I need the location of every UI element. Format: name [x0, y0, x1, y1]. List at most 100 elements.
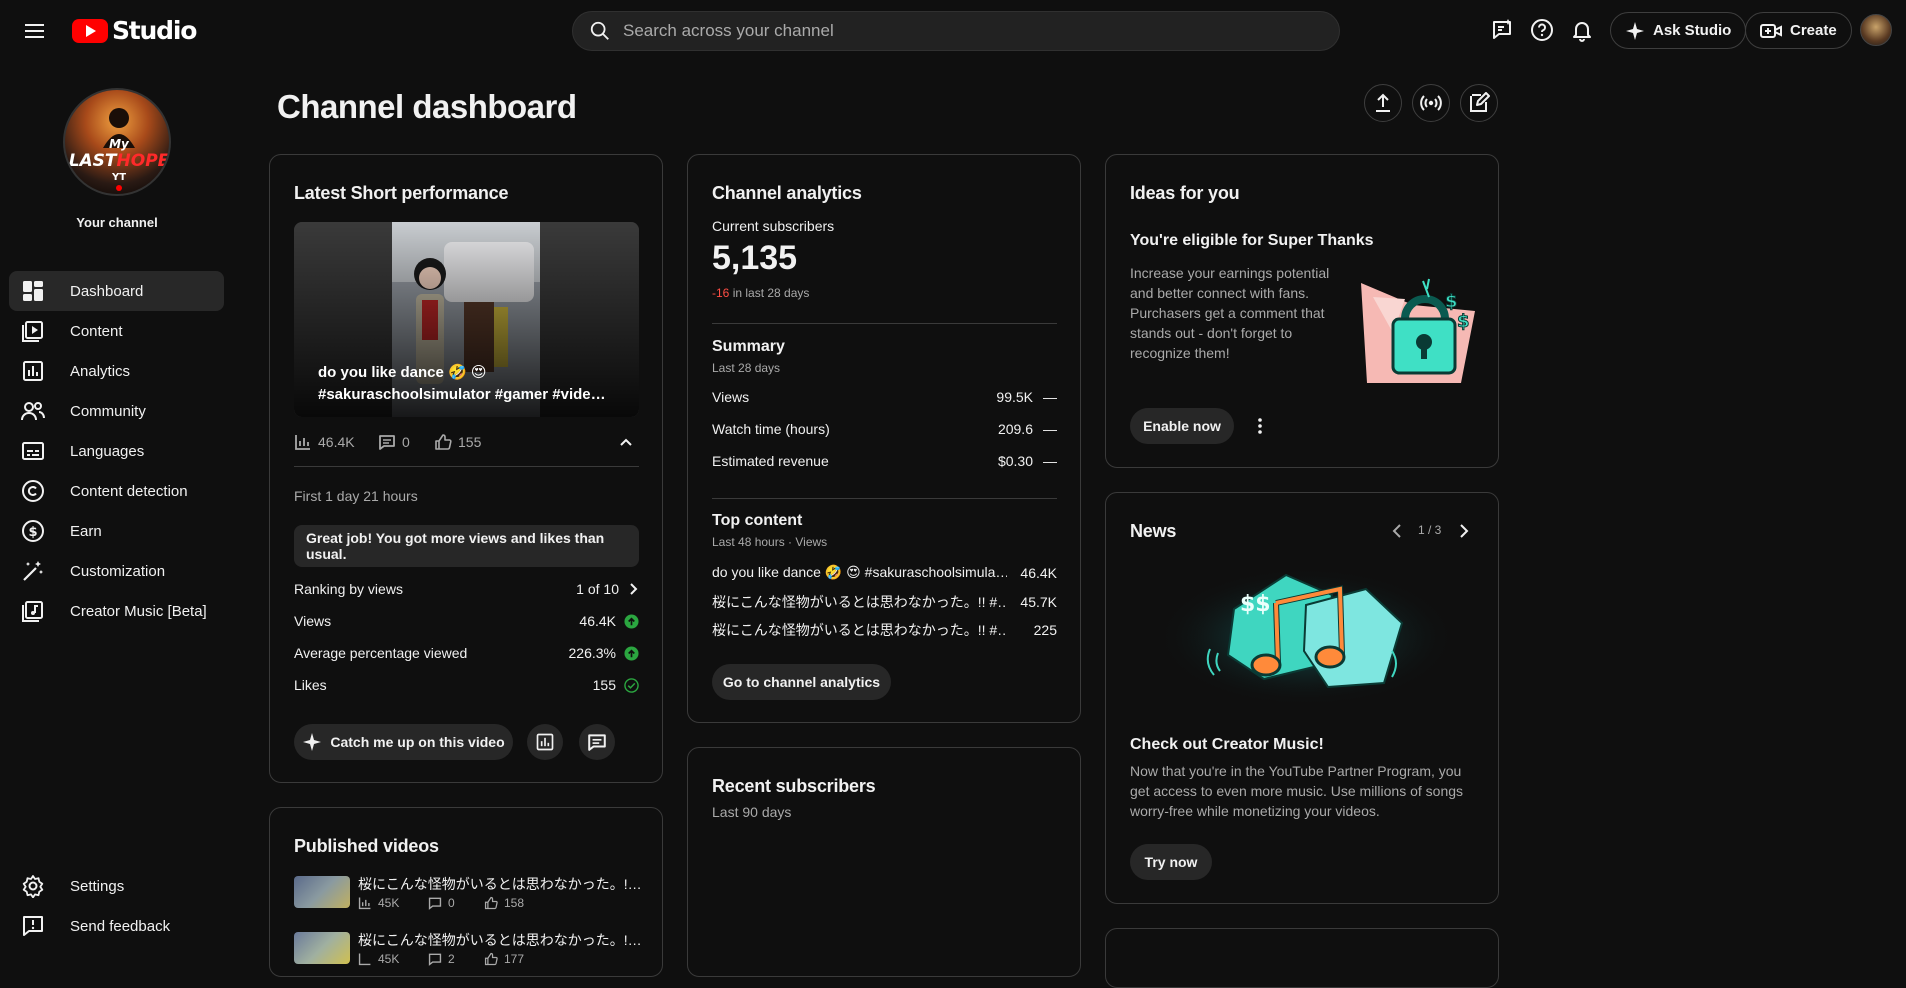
sidebar-item-earn[interactable]: $ Earn [9, 511, 224, 551]
card-title: News [1130, 521, 1177, 541]
video-analytics-button[interactable] [527, 724, 563, 760]
video-likes: 158 [484, 896, 524, 910]
page-title: Channel dashboard [277, 88, 577, 125]
top-content-title-text: 桜にこんな怪物がいるとは思わなかった。!! #… [712, 594, 1007, 610]
performance-banner: Great job! You got more views and likes … [294, 525, 639, 567]
create-post-button[interactable] [1460, 84, 1498, 122]
thumbs-up-icon [484, 952, 498, 966]
short-likes-value: 155 [458, 434, 482, 450]
chevron-right-icon[interactable] [1458, 523, 1470, 539]
short-views-metric: 46.4K [294, 433, 355, 451]
catch-me-up-button[interactable]: Catch me up on this video [294, 724, 513, 760]
chevron-left-icon[interactable] [1391, 523, 1403, 539]
sidebar-item-languages[interactable]: Languages [9, 431, 224, 471]
sidebar-item-send-feedback[interactable]: Send feedback [9, 906, 224, 946]
sparkle-icon [1626, 21, 1644, 40]
analytics-icon [536, 733, 554, 751]
top-bar: Studio Ask Studio Create [0, 0, 1906, 60]
search-input[interactable] [623, 21, 1273, 41]
published-video-item[interactable]: 桜にこんな怪物がいるとは思わなかった。!… 45K 0 158 [294, 874, 640, 914]
stat-label: Likes [294, 677, 327, 693]
help-icon[interactable] [1526, 14, 1558, 46]
sidebar-item-label: Customization [70, 562, 166, 580]
svg-text:My: My [109, 137, 130, 151]
search-bar[interactable] [572, 11, 1340, 51]
sidebar-item-community[interactable]: Community [9, 391, 224, 431]
top-content-row[interactable]: 桜にこんな怪物がいるとは思わなかった。!! #… 225 [712, 620, 1057, 640]
bar-chart-icon [295, 435, 310, 450]
top-content-title-text: 桜にこんな怪物がいるとは思わなかった。!! #… [712, 622, 1007, 638]
sidebar-item-analytics[interactable]: Analytics [9, 351, 224, 391]
sidebar-item-content-detection[interactable]: Content detection [9, 471, 224, 511]
analytics-icon [20, 358, 46, 384]
create-button[interactable]: Create [1745, 12, 1852, 49]
comment-icon [379, 435, 395, 450]
collapse-chevron-icon[interactable] [619, 435, 633, 449]
video-comments-button[interactable] [579, 724, 615, 760]
try-now-button[interactable]: Try now [1130, 844, 1212, 880]
news-pager: 1 / 3 [1418, 523, 1442, 537]
sidebar-item-label: Earn [70, 522, 102, 540]
sidebar-item-creator-music[interactable]: Creator Music [Beta] [9, 591, 224, 631]
notifications-bell-icon[interactable] [1566, 14, 1598, 46]
more-vert-icon[interactable] [1250, 416, 1270, 436]
video-thumbnail [294, 932, 350, 964]
chevron-right-icon [630, 583, 638, 595]
bar-chart-icon [358, 953, 371, 966]
svg-text:$: $ [28, 525, 37, 540]
go-to-analytics-button[interactable]: Go to channel analytics [712, 664, 891, 700]
top-content-row[interactable]: 桜にこんな怪物がいるとは思わなかった。!! #… 45.7K [712, 592, 1057, 612]
svg-text:LASTHOPE: LASTHOPE [69, 151, 170, 171]
trend-dash: — [1043, 421, 1057, 437]
top-content-title-text: do you like dance 🤣 😍 #sakuraschoolsimul… [712, 564, 1007, 580]
trend-dash: — [1043, 453, 1057, 469]
top-content-value: 45.7K [1020, 594, 1057, 610]
dashboard-icon [20, 278, 46, 304]
video-title: 桜にこんな怪物がいるとは思わなかった。!… [358, 876, 640, 892]
sidebar-item-label: Settings [70, 877, 125, 895]
published-video-item[interactable]: 桜にこんな怪物がいるとは思わなかった。!… 45K 2 177 [294, 930, 640, 970]
check-circle-icon [624, 677, 639, 693]
top-content-row[interactable]: do you like dance 🤣 😍 #sakuraschoolsimul… [712, 564, 1057, 581]
next-card-partial [1105, 928, 1499, 988]
stat-row-likes: Likes 155 [294, 677, 639, 693]
stat-row-ranking[interactable]: Ranking by views 1 of 10 [294, 581, 639, 597]
magic-wand-icon [20, 558, 46, 584]
channel-avatar[interactable]: My LASTHOPE YT [63, 88, 171, 196]
sidebar-item-dashboard[interactable]: Dashboard [9, 271, 224, 311]
video-likes: 177 [484, 952, 524, 966]
video-views: 45K [358, 952, 399, 966]
ideas-feedback-icon[interactable] [1486, 14, 1518, 46]
studio-logo[interactable]: Studio [72, 16, 197, 45]
top-content-title: Top content [712, 512, 803, 529]
stat-row-avg-viewed: Average percentage viewed 226.3% [294, 645, 639, 661]
sidebar-item-settings[interactable]: Settings [9, 866, 224, 906]
up-arrow-circle-icon [624, 613, 639, 629]
sidebar-item-customization[interactable]: Customization [9, 551, 224, 591]
performance-banner-text: Great job! You got more views and likes … [306, 530, 605, 562]
ask-studio-button[interactable]: Ask Studio [1610, 12, 1747, 49]
video-likes-value: 177 [504, 952, 525, 966]
comment-icon [588, 734, 606, 751]
account-avatar[interactable] [1860, 14, 1892, 46]
sidebar-item-content[interactable]: Content [9, 311, 224, 351]
short-period: First 1 day 21 hours [294, 488, 418, 504]
enable-now-button[interactable]: Enable now [1130, 408, 1234, 444]
upload-button[interactable] [1364, 84, 1402, 122]
ask-studio-label: Ask Studio [1653, 22, 1732, 39]
summary-row-watch-time: Watch time (hours) 209.6 — [712, 421, 1057, 437]
summary-row-views: Views 99.5K — [712, 389, 1057, 405]
menu-icon[interactable] [20, 18, 50, 44]
card-title: Latest Short performance [294, 183, 509, 203]
card-title: Recent subscribers [712, 776, 876, 796]
sparkle-icon [303, 733, 322, 751]
video-likes-value: 158 [504, 896, 525, 910]
short-thumbnail[interactable]: do you like dance 🤣 😍 #sakuraschoolsimul… [294, 222, 639, 417]
card-title: Channel analytics [712, 183, 862, 203]
feedback-icon [20, 913, 46, 939]
video-views-value: 45K [378, 896, 400, 910]
sidebar-item-label: Languages [70, 442, 145, 460]
stat-label: Ranking by views [294, 581, 403, 597]
subscribers-change: -16 in last 28 days [712, 286, 809, 300]
go-live-button[interactable] [1412, 84, 1450, 122]
